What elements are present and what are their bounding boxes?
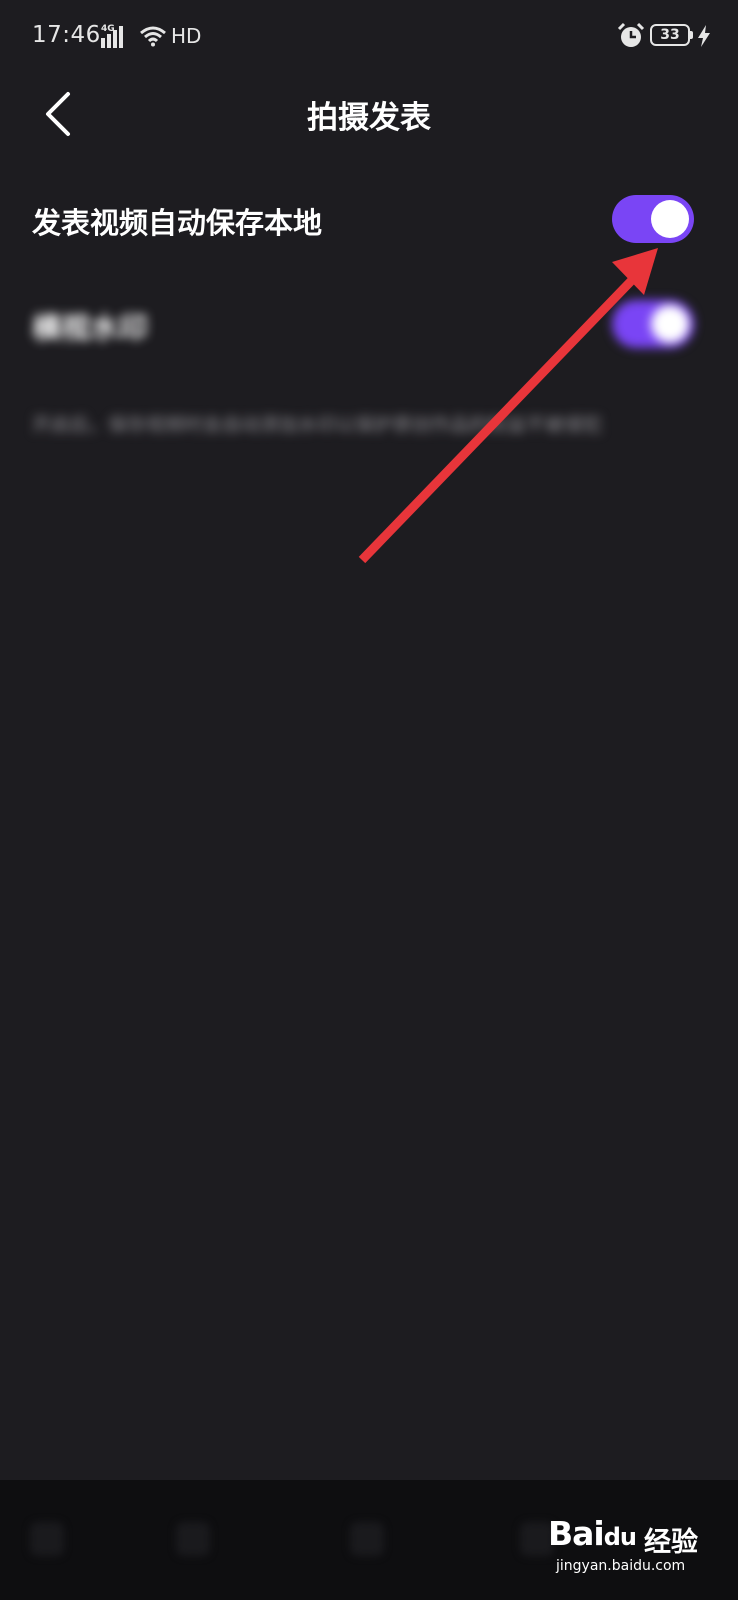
setting-label-watermark: 横视水印 [32,311,149,345]
hd-label: HD [171,24,202,48]
watermark-suffix: 经验 [644,1527,698,1558]
battery-level: 33 [660,27,680,43]
watermark-logo: Baidu [548,1514,637,1553]
toggle-knob [651,305,689,343]
toggle-knob [651,200,689,238]
setting-description: 开启后，保存视频时会自动添加水印以保护原创作品的权益不被侵犯 [32,414,603,436]
setting-row-watermark: 横视水印 [0,285,738,365]
paw-icon: du [603,1523,637,1551]
auto-save-toggle[interactable] [612,195,694,243]
setting-label-auto-save: 发表视频自动保存本地 [32,206,323,240]
wifi-icon [140,26,166,47]
status-time: 17:46 [32,22,101,48]
page-title: 拍摄发表 [307,100,431,136]
charging-bolt-icon [698,25,710,47]
alarm-icon [617,22,645,47]
signal-icon [101,26,123,48]
bottom-ghost-icon [350,1522,384,1556]
baidu-watermark: Baidu 经验 jingyan.baidu.com [548,1500,728,1580]
bottom-ghost-icon [176,1522,210,1556]
battery-tip [690,31,693,39]
bottom-ghost-icon [30,1522,64,1556]
status-bar: 17:46 4G HD 33 [0,0,738,76]
setting-row-auto-save: 发表视频自动保存本地 [0,180,738,260]
watermark-toggle[interactable] [612,300,694,348]
watermark-url: jingyan.baidu.com [556,1558,686,1574]
